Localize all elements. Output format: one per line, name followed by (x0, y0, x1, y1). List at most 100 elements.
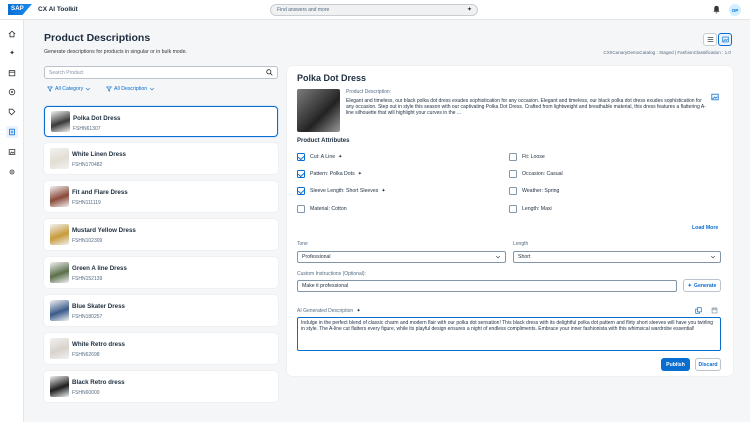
ai-description-label-text: AI Generated Description (297, 308, 353, 314)
global-search-input[interactable]: Find answers and more ✦ (270, 4, 478, 16)
length-value: Short (518, 254, 530, 260)
product-name: Mustard Yellow Dress (72, 227, 136, 234)
product-name: Black Retro dress (72, 379, 125, 386)
user-avatar[interactable]: OP (729, 4, 741, 16)
product-card[interactable]: White Linen Dress FSHN170482 (44, 143, 278, 174)
product-sku: FSHN170482 (72, 162, 102, 168)
calendar-icon[interactable] (6, 67, 18, 79)
attribute-checkbox[interactable] (297, 170, 305, 178)
description-filter[interactable]: All Description (106, 86, 155, 92)
generate-button-label: Generate (694, 283, 717, 289)
ai-description-textarea[interactable]: Indulge in the perfect blend of classic … (297, 317, 721, 351)
product-name: Blue Skater Dress (72, 303, 125, 310)
product-card[interactable]: Polka Dot DressFSHN61307 (44, 106, 278, 137)
chevron-down-icon (710, 254, 716, 260)
product-card[interactable]: Green A line Dress FSHN152139 (44, 257, 278, 288)
generate-button[interactable]: ✦ Generate (683, 279, 721, 292)
product-detail-panel: Polka Dot Dress Product Description: Ele… (287, 66, 733, 376)
product-card[interactable]: Blue Skater Dress FSHN180257 (44, 295, 278, 326)
list-icon (707, 36, 714, 43)
product-sku: FSHN152139 (72, 276, 102, 282)
ai-sparkle-nav-icon[interactable]: ✦ (6, 47, 18, 59)
discard-button[interactable]: Discard (695, 358, 721, 371)
attribute-item[interactable]: Weather: Spring (509, 187, 559, 195)
ai-sparkle-icon[interactable]: ✦ (467, 6, 472, 13)
home-icon[interactable] (6, 28, 18, 40)
custom-instructions-input[interactable]: Make it professional (297, 280, 677, 292)
publish-button[interactable]: Publish (661, 358, 690, 371)
tone-value: Professional (302, 254, 331, 260)
product-name: Fit and Flare Dress (72, 189, 128, 196)
product-search-input[interactable]: Search Product (44, 66, 278, 79)
global-search-placeholder: Find answers and more (277, 7, 329, 13)
attribute-checkbox[interactable] (297, 187, 305, 195)
attribute-item[interactable]: Occasion: Casual (509, 170, 563, 178)
load-more-link[interactable]: Load More (692, 225, 718, 231)
tag-icon[interactable] (6, 106, 18, 118)
ai-sparkle-icon: ✦ (338, 154, 342, 160)
edit-image-icon[interactable] (711, 93, 719, 101)
product-thumbnail (50, 224, 69, 245)
attribute-checkbox[interactable] (297, 153, 305, 161)
chevron-down-icon (85, 86, 91, 92)
list-view-toggle[interactable] (703, 33, 717, 46)
app-title: CX AI Toolkit (38, 6, 78, 13)
bell-icon[interactable] (712, 5, 721, 14)
product-image (297, 89, 340, 132)
product-name: White Retro dress (72, 341, 125, 348)
category-filter-label: All Category (55, 86, 83, 92)
product-thumbnail (50, 148, 69, 169)
tone-select[interactable]: Professional (297, 251, 506, 263)
length-label: Length (513, 241, 528, 247)
attribute-item[interactable]: Material: Cotton (297, 205, 347, 213)
catalog-info: CXIICanaryDemoCatalog : Staged | Fashion… (603, 50, 731, 55)
product-thumbnail (50, 186, 69, 207)
attribute-checkbox[interactable] (297, 205, 305, 213)
attribute-item[interactable]: Length: Maxi (509, 205, 552, 213)
copy-icon[interactable] (695, 307, 702, 314)
target-icon[interactable] (6, 86, 18, 98)
length-select[interactable]: Short (513, 251, 721, 263)
ai-sparkle-icon: ✦ (358, 171, 362, 177)
page-subtitle: Generate descriptions for products in si… (44, 49, 187, 55)
save-icon[interactable] (711, 307, 718, 314)
tone-label: Tone (297, 241, 308, 247)
shell-bar: SAP CX AI Toolkit Find answers and more … (0, 0, 750, 20)
attribute-label: Length: Maxi (522, 206, 552, 212)
product-thumbnail (50, 262, 69, 283)
search-icon[interactable] (266, 69, 273, 76)
image-view-icon (722, 36, 729, 43)
product-thumbnail (50, 376, 69, 397)
product-description-text: Elegant and timeless, our black polka do… (346, 98, 706, 117)
attributes-heading: Product Attributes (297, 138, 349, 144)
image-icon[interactable] (6, 146, 18, 158)
image-view-toggle[interactable] (718, 33, 732, 46)
product-card[interactable]: Black Retro dress FSHN60000 (44, 371, 278, 402)
attribute-label: Weather: Spring (522, 188, 559, 194)
attribute-checkbox[interactable] (509, 205, 517, 213)
product-card[interactable]: Mustard Yellow DressFSHN102309 (44, 219, 278, 250)
attribute-item[interactable]: Fit: Loose (509, 153, 545, 161)
product-sku: FSHN180257 (72, 314, 102, 320)
attribute-checkbox[interactable] (509, 187, 517, 195)
custom-instructions-label: Custom Instructions (Optional): (297, 271, 366, 277)
attribute-checkbox[interactable] (509, 170, 517, 178)
attribute-item[interactable]: Cut: A Line✦ (297, 153, 342, 161)
attribute-checkbox[interactable] (509, 153, 517, 161)
sap-logo[interactable]: SAP (8, 4, 32, 15)
ai-sparkle-icon: ✦ (381, 188, 385, 194)
product-card[interactable]: White Retro dressFSHN62698 (44, 333, 278, 364)
attribute-item[interactable]: Sleeve Length: Short Sleeves✦ (297, 187, 386, 195)
attribute-item[interactable]: Pattern: Polka Dots✦ (297, 170, 362, 178)
category-filter[interactable]: All Category (47, 86, 91, 92)
custom-instructions-value: Make it professional (302, 283, 348, 289)
product-card[interactable]: Fit and Flare DressFSHN111119 (44, 181, 278, 212)
ai-description-label: AI Generated Description ✦ (297, 308, 361, 314)
settings-icon[interactable] (6, 166, 18, 178)
product-thumbnail (50, 300, 69, 321)
product-sku: FSHN60000 (72, 390, 100, 396)
product-name: White Linen Dress (72, 151, 126, 158)
document-icon[interactable] (6, 126, 18, 138)
product-name: Green A line Dress (72, 265, 127, 272)
product-name: Polka Dot Dress (73, 115, 120, 122)
